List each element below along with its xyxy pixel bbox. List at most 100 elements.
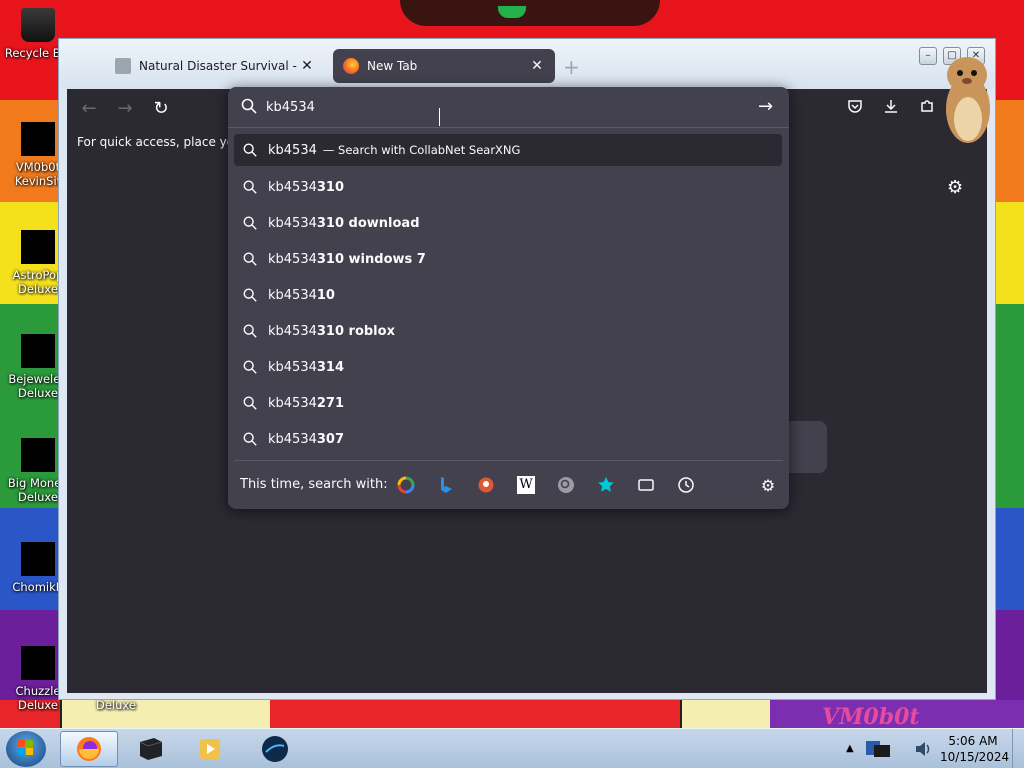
suggestion-row[interactable]: kb4534 307 (234, 423, 782, 455)
search-icon (243, 143, 257, 157)
newtab-card (789, 421, 827, 473)
history-icon[interactable] (674, 473, 698, 497)
tab-title: Natural Disaster Survival - Roblox (139, 59, 299, 73)
suggestion-engine-note: — Search with CollabNet SearXNG (322, 143, 521, 157)
app-icon (21, 230, 55, 264)
search-icon (243, 396, 257, 410)
clock-time: 5:06 AM (948, 734, 998, 748)
suggestion-completion-text: 271 (316, 395, 345, 411)
new-tab-button[interactable]: + (563, 55, 580, 79)
app-icon (21, 334, 55, 368)
searxng-icon[interactable] (554, 473, 578, 497)
duckduckgo-icon[interactable] (474, 473, 498, 497)
search-icon (243, 324, 257, 338)
suggestion-typed-text: kb4534 (268, 179, 317, 195)
start-button[interactable] (6, 731, 46, 767)
clock-date: 10/15/2024 (940, 750, 1010, 764)
urlbar: → (228, 87, 789, 127)
suggestion-row[interactable]: kb4534 310 windows 7 (234, 243, 782, 275)
hamster-sticker (939, 49, 997, 149)
bing-icon[interactable] (434, 473, 458, 497)
customize-newtab-gear-icon[interactable]: ⚙ (947, 177, 963, 198)
app-icon (21, 122, 55, 156)
taskbar-media-player[interactable] (182, 731, 240, 767)
suggestion-completion-text: 307 (316, 431, 345, 447)
show-hidden-icons-icon[interactable]: ▲ (846, 743, 854, 754)
suggestion-completion-text: 310 windows 7 (316, 251, 426, 267)
minimize-icon[interactable]: – (919, 47, 937, 65)
app-icon (262, 736, 288, 762)
forward-icon[interactable]: → (113, 97, 137, 121)
pocket-icon[interactable] (843, 97, 867, 121)
suggestion-typed-text: kb4534 (268, 287, 317, 303)
wallpaper-text: VM0b0t (822, 704, 920, 728)
show-desktop-button[interactable] (1012, 729, 1024, 768)
close-tab-icon[interactable]: ✕ (299, 58, 315, 74)
recycle-bin-icon (21, 8, 55, 42)
suggestion-completion-text: 314 (316, 359, 345, 375)
suggestion-completion-text: 310 roblox (316, 323, 395, 339)
oneoff-search-label: This time, search with: (240, 477, 388, 492)
extensions-icon[interactable] (915, 97, 939, 121)
suggestion-row[interactable]: kb4534 310 (234, 171, 782, 203)
tab-title: New Tab (367, 59, 418, 73)
suggestion-typed-text: kb4534 (268, 359, 317, 375)
app-icon (21, 542, 55, 576)
downloads-icon[interactable] (879, 97, 903, 121)
google-icon[interactable] (394, 473, 418, 497)
wikipedia-icon[interactable]: W (514, 473, 538, 497)
suggestion-completion-text: 10 (316, 287, 335, 303)
suggestion-completion-text: 310 download (316, 215, 420, 231)
close-tab-icon[interactable]: ✕ (529, 58, 545, 74)
search-icon (243, 216, 257, 230)
taskbar-app[interactable] (246, 731, 304, 767)
suggestion-typed-text: kb4534 (268, 431, 317, 447)
suggestion-typed-text: kb4534 (268, 142, 317, 158)
tray-app-icon[interactable] (864, 737, 894, 761)
urlbar-input[interactable] (266, 95, 746, 119)
app-icon (139, 738, 163, 760)
suggestion-row[interactable]: kb4534 — Search with CollabNet SearXNG (234, 134, 782, 166)
clock[interactable]: 5:06 AM 10/15/2024 (940, 733, 1010, 765)
desktop-icon-label: Deluxe (96, 698, 136, 712)
suggestion-typed-text: kb4534 (268, 395, 317, 411)
taskbar-firefox[interactable] (60, 731, 118, 767)
search-icon (243, 180, 257, 194)
bookmarks-star-icon[interactable] (594, 473, 618, 497)
taskbar-app[interactable] (122, 731, 180, 767)
tab-roblox[interactable]: Natural Disaster Survival - Roblox ✕ (105, 49, 325, 83)
suggestion-row[interactable]: kb4534 314 (234, 351, 782, 383)
suggestion-row[interactable]: kb4534 310 download (234, 207, 782, 239)
arrow-right-icon[interactable]: → (758, 97, 773, 117)
back-icon[interactable]: ← (77, 97, 101, 121)
suggestion-typed-text: kb4534 (268, 323, 317, 339)
suggestion-completion-text: 310 (316, 179, 345, 195)
tab-new-tab[interactable]: New Tab ✕ (333, 49, 555, 83)
suggestion-typed-text: kb4534 (268, 215, 317, 231)
search-icon (243, 288, 257, 302)
search-icon (243, 252, 257, 266)
taskbar: ▲ 5:06 AM 10/15/2024 (0, 728, 1024, 768)
suggestion-row[interactable]: kb4534 271 (234, 387, 782, 419)
reload-icon[interactable]: ↻ (149, 97, 173, 121)
roblox-favicon-icon (115, 58, 131, 74)
suggestion-row[interactable]: kb4534 310 roblox (234, 315, 782, 347)
firefox-icon (77, 737, 101, 761)
firefox-favicon-icon (343, 58, 359, 74)
system-tray: ▲ (840, 729, 940, 768)
urlbar-popup: → kb4534 — Search with CollabNet SearXNG… (228, 87, 789, 509)
search-icon (243, 360, 257, 374)
search-icon (243, 432, 257, 446)
suggestion-row[interactable]: kb4534 10 (234, 279, 782, 311)
search-icon (241, 98, 257, 114)
text-cursor-icon (439, 108, 445, 126)
desktop-icon-partial[interactable]: Deluxe (78, 698, 154, 712)
search-settings-gear-icon[interactable]: ⚙ (756, 473, 780, 497)
suggestion-typed-text: kb4534 (268, 251, 317, 267)
app-icon (21, 646, 55, 680)
tab-bar: Natural Disaster Survival - Roblox ✕ New… (59, 39, 995, 89)
tabs-icon[interactable] (634, 473, 658, 497)
app-icon (21, 438, 55, 472)
volume-icon[interactable] (914, 741, 932, 757)
media-player-icon (200, 739, 220, 759)
